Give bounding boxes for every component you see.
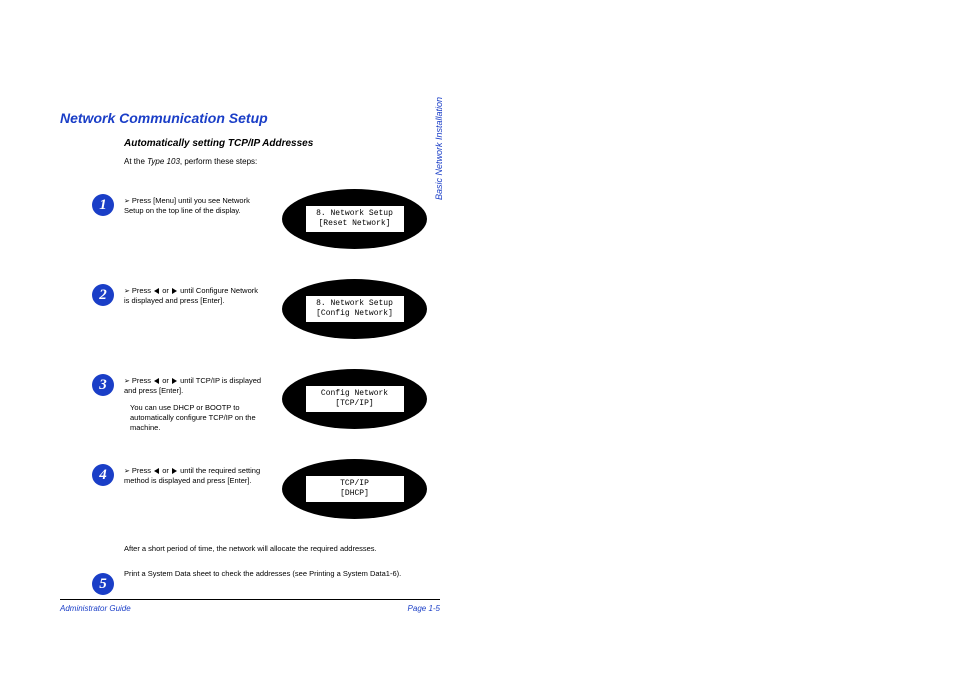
lcd-line1: 8. Network Setup [316, 209, 393, 218]
lcd-display: TCP/IP [DHCP] [282, 454, 427, 524]
lcd-line2: [TCP/IP] [335, 399, 373, 408]
lcd-display: Config Network [TCP/IP] [282, 364, 427, 434]
step-mid: or [160, 466, 171, 475]
lcd-screen: 8. Network Setup [Config Network] [305, 295, 405, 323]
step-number-badge: 5 [92, 573, 114, 595]
lcd-line2: [Reset Network] [318, 219, 390, 228]
step-text: ➢Press or until Configure Network is dis… [124, 286, 264, 307]
triangle-right-icon [172, 378, 177, 384]
triangle-left-icon [154, 468, 159, 474]
triangle-left-icon [154, 288, 159, 294]
step-number-badge: 4 [92, 464, 114, 486]
intro-line: At the Type 103, perform these steps: [124, 157, 440, 166]
lcd-line2: [DHCP] [340, 489, 369, 498]
final-step-text: Print a System Data sheet to check the a… [124, 569, 401, 578]
footer-left: Administrator Guide [60, 604, 131, 613]
step-number-badge: 1 [92, 194, 114, 216]
step-mid: or [160, 286, 171, 295]
step-prefix: Press [132, 466, 153, 475]
step-prefix: Press [132, 376, 153, 385]
step-row: 5 Print a System Data sheet to check the… [60, 563, 440, 595]
intro-suffix: , perform these steps: [180, 157, 257, 166]
step-prefix: Press [132, 286, 153, 295]
lcd-screen: 8. Network Setup [Reset Network] [305, 205, 405, 233]
bullet-icon: ➢ [124, 198, 130, 205]
triangle-left-icon [154, 378, 159, 384]
lcd-screen: Config Network [TCP/IP] [305, 385, 405, 413]
step-number-badge: 3 [92, 374, 114, 396]
bullet-icon: ➢ [124, 468, 130, 475]
side-chapter-label: Basic Network Installation [434, 97, 444, 200]
intro-model: Type 103 [147, 157, 180, 166]
intro-prefix: At the [124, 157, 147, 166]
lcd-screen: TCP/IP [DHCP] [305, 475, 405, 503]
step-text-content: Press [Menu] until you see Network Setup… [124, 196, 250, 215]
step-text: ➢Press or until the required setting met… [124, 466, 264, 487]
lcd-display: 8. Network Setup [Reset Network] [282, 184, 427, 254]
footer-right: Page 1-5 [408, 604, 440, 613]
step-number-badge: 2 [92, 284, 114, 306]
bullet-icon: ➢ [124, 288, 130, 295]
step-row: 1 ➢Press [Menu] until you see Network Se… [60, 184, 440, 254]
triangle-right-icon [172, 288, 177, 294]
bullet-icon: ➢ [124, 378, 130, 385]
steps-list: 1 ➢Press [Menu] until you see Network Se… [60, 184, 440, 524]
after-note: After a short period of time, the networ… [124, 544, 440, 553]
step-row: 3 ➢Press or until TCP/IP is displayed an… [60, 364, 440, 434]
section-title: Network Communication Setup [60, 110, 440, 126]
lcd-line1: 8. Network Setup [316, 299, 393, 308]
page-footer: Administrator Guide Page 1-5 [60, 599, 440, 613]
lcd-line2: [Config Network] [316, 309, 393, 318]
step-row: 2 ➢Press or until Configure Network is d… [60, 274, 440, 344]
step-mid: or [160, 376, 171, 385]
triangle-right-icon [172, 468, 177, 474]
document-page: Network Communication Setup Automaticall… [60, 110, 440, 595]
subsection-title: Automatically setting TCP/IP Addresses [124, 138, 440, 149]
lcd-display: 8. Network Setup [Config Network] [282, 274, 427, 344]
lcd-line1: Config Network [321, 389, 388, 398]
step-text: ➢Press [Menu] until you see Network Setu… [124, 196, 264, 217]
lcd-line1: TCP/IP [340, 479, 369, 488]
step-extra-note: You can use DHCP or BOOTP to automatical… [130, 403, 264, 433]
step-text: ➢Press or until TCP/IP is displayed and … [124, 376, 264, 433]
step-row: 4 ➢Press or until the required setting m… [60, 454, 440, 524]
